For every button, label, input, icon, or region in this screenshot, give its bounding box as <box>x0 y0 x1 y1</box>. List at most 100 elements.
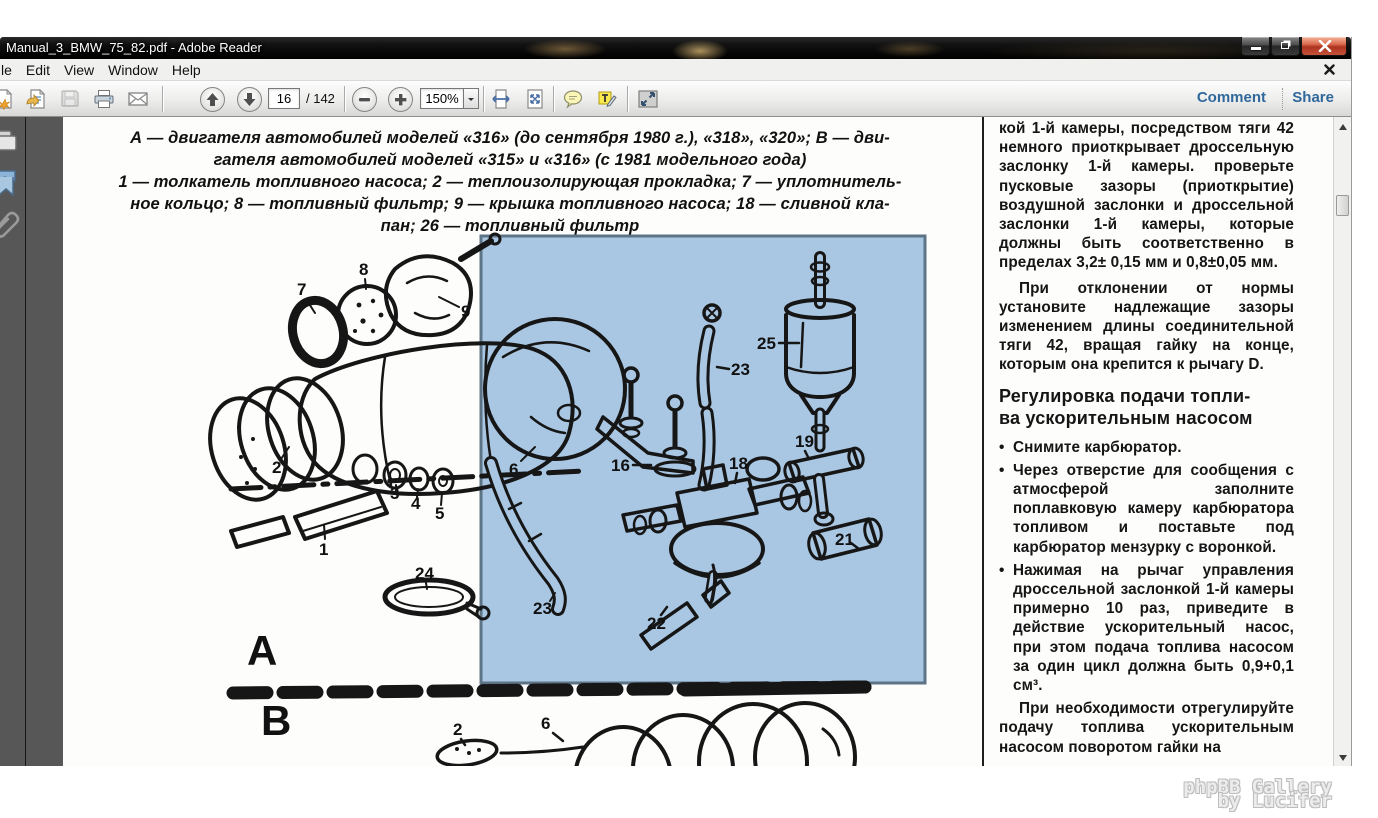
plus-icon <box>389 88 412 111</box>
comment-pane-button[interactable]: Comment <box>1197 89 1266 106</box>
navigation-pane-strip <box>0 117 26 766</box>
fit-page-icon <box>524 88 546 110</box>
previous-page-button[interactable] <box>200 87 225 112</box>
close-button[interactable] <box>1301 37 1347 56</box>
fullscreen-button[interactable] <box>634 86 662 112</box>
part-label: 9 <box>461 302 470 321</box>
restore-button[interactable] <box>1271 37 1300 56</box>
part-label: 2 <box>272 458 281 477</box>
right-text-column: кой 1-й камеры, посредством тяги 42 немн… <box>999 119 1294 761</box>
close-icon <box>1318 40 1332 52</box>
menu-bar: le Edit View Window Help <box>0 59 1351 81</box>
fit-width-button[interactable] <box>487 86 515 112</box>
menu-item-window[interactable]: Window <box>101 60 165 80</box>
save-button[interactable] <box>56 86 84 112</box>
document-area: А — двигателя автомобилей моделей «316» … <box>0 117 1351 766</box>
menu-item-file[interactable]: le <box>0 60 19 80</box>
part-label: 8 <box>359 260 368 279</box>
toolbar-separator <box>483 86 484 112</box>
fit-page-button[interactable] <box>521 86 549 112</box>
bullet-item: • Через отверстие для сообщения с атмосф… <box>999 461 1294 557</box>
toolbar: 16 / 142 150% <box>0 81 1351 117</box>
bullet-item: • Нажимая на рычаг управления дроссельно… <box>999 561 1294 695</box>
part-label: 4 <box>411 494 421 513</box>
close-document-icon[interactable] <box>1324 64 1335 75</box>
zoom-out-button[interactable] <box>352 87 377 112</box>
bullet-item: • Снимите карбюратор. <box>999 438 1294 457</box>
share-pane-button[interactable]: Share <box>1292 89 1334 106</box>
window-title: Manual_3_BMW_75_82.pdf - Adobe Reader <box>6 40 262 55</box>
arrow-up-icon <box>201 88 224 111</box>
part-label: 18 <box>729 454 748 473</box>
bullet-marker: • <box>999 561 1013 695</box>
zoom-in-button[interactable] <box>388 87 413 112</box>
open-button[interactable] <box>22 86 50 112</box>
pdf-page: А — двигателя автомобилей моделей «316» … <box>63 117 1334 766</box>
page-thumbnails-icon[interactable] <box>0 127 23 157</box>
restore-icon <box>1281 42 1289 49</box>
menu-item-edit[interactable]: Edit <box>19 60 57 80</box>
part-label: 21 <box>835 530 854 549</box>
part-label: 3 <box>390 484 399 503</box>
part-label: 22 <box>647 614 666 633</box>
scroll-up-button[interactable] <box>1334 119 1351 135</box>
page-number-input[interactable]: 16 <box>268 88 300 109</box>
toolbar-separator <box>553 86 554 112</box>
email-icon <box>127 88 149 110</box>
paragraph: кой 1-й камеры, посредством тяги 42 немн… <box>999 119 1294 273</box>
toolbar-separator <box>344 86 345 112</box>
part-label: 19 <box>795 432 814 451</box>
title-bar[interactable]: Manual_3_BMW_75_82.pdf - Adobe Reader <box>0 37 1351 59</box>
part-label: 24 <box>415 564 434 583</box>
bullet-marker: • <box>999 461 1013 557</box>
section-b-label: B <box>261 697 291 744</box>
vertical-scrollbar[interactable] <box>1333 117 1351 766</box>
create-pdf-button[interactable] <box>0 86 18 112</box>
adobe-reader-window: Manual_3_BMW_75_82.pdf - Adobe Reader le… <box>0 37 1352 766</box>
paragraph: При отклонении от нормы установите надле… <box>999 279 1294 375</box>
toolbar-separator <box>162 86 163 112</box>
gallery-watermark: phpBB Gallery by Lucifer <box>1183 780 1332 808</box>
scrollbar-thumb[interactable] <box>1336 195 1349 216</box>
comment-bubble-icon <box>562 88 584 110</box>
window-controls <box>1241 37 1347 56</box>
part-label: 23 <box>731 360 750 379</box>
minus-icon <box>353 88 376 111</box>
sticky-note-button[interactable] <box>559 86 587 112</box>
scroll-up-icon <box>1339 124 1347 130</box>
next-page-button[interactable] <box>237 87 262 112</box>
minimize-button[interactable] <box>1241 37 1270 56</box>
paragraph: При необходимости отрегулируйте подачу т… <box>999 699 1294 757</box>
attachments-icon[interactable] <box>0 207 22 243</box>
menu-item-view[interactable]: View <box>57 60 101 80</box>
fullscreen-icon <box>637 88 659 110</box>
zoom-dropdown-button[interactable] <box>464 88 479 109</box>
minimize-icon <box>1251 47 1261 50</box>
print-icon <box>93 88 115 110</box>
part-label: 25 <box>757 334 776 353</box>
save-icon <box>59 88 81 110</box>
highlight-text-button[interactable] <box>593 86 621 112</box>
section-heading: Регулировка подачи топли- ва ускорительн… <box>999 385 1294 429</box>
section-a-label: A <box>247 627 277 674</box>
part-label: 1 <box>319 540 328 559</box>
print-button[interactable] <box>90 86 118 112</box>
menu-item-help[interactable]: Help <box>165 60 208 80</box>
toolbar-dotted-separator <box>1282 88 1283 110</box>
part-label: 2 <box>453 720 462 739</box>
highlight-text-icon <box>596 88 618 110</box>
fit-width-icon <box>490 88 512 110</box>
part-label: 16 <box>611 456 630 475</box>
arrow-down-icon <box>238 88 261 111</box>
scroll-down-button[interactable] <box>1334 748 1351 764</box>
email-button[interactable] <box>124 86 152 112</box>
open-icon <box>25 88 47 110</box>
bullet-text: Снимите карбюратор. <box>1013 438 1294 457</box>
part-label: 6 <box>541 714 550 733</box>
part-label: 23 <box>533 599 552 618</box>
bookmarks-icon[interactable] <box>0 167 23 199</box>
scroll-down-icon <box>1339 755 1347 761</box>
bullet-text: Нажимая на рычаг управления дроссельной … <box>1013 561 1294 695</box>
zoom-level-input[interactable]: 150% <box>420 88 464 109</box>
create-pdf-icon <box>0 88 15 110</box>
